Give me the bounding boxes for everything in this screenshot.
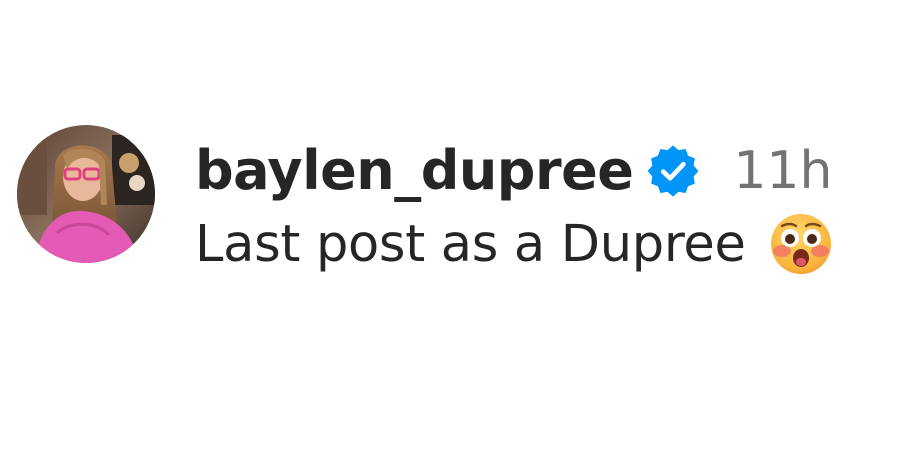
comment-body: baylen_dupree 11h Last post as a Dupree bbox=[195, 125, 834, 277]
comment-header: baylen_dupree 11h bbox=[195, 125, 834, 217]
flushed-face-emoji-icon bbox=[768, 211, 834, 277]
username-link[interactable]: baylen_dupree bbox=[195, 144, 634, 198]
comment-timestamp: 11h bbox=[733, 141, 833, 201]
verified-badge-icon bbox=[647, 145, 699, 197]
comment: baylen_dupree 11h Last post as a Dupree bbox=[17, 125, 887, 277]
comment-text-line: Last post as a Dupree bbox=[195, 211, 834, 277]
avatar[interactable] bbox=[17, 125, 155, 263]
comment-text: Last post as a Dupree bbox=[195, 214, 746, 274]
avatar-image bbox=[17, 125, 155, 263]
